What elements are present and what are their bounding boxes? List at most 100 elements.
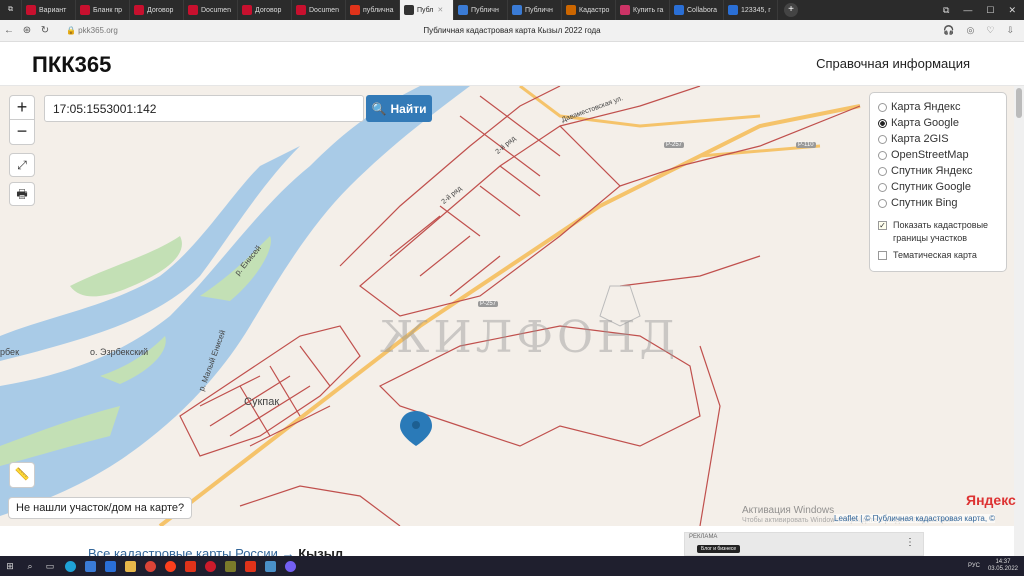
browser-tab[interactable]: Договор xyxy=(238,0,292,20)
site-logo[interactable]: ПКК365 xyxy=(32,52,111,78)
island-label: о. Эзрбекский xyxy=(90,347,149,357)
layer-label: OpenStreetMap xyxy=(891,149,969,161)
ad-banner[interactable]: РЕКЛАМА Блог и бизнесе ⋮ xyxy=(684,532,924,556)
extensions-icon[interactable]: ⧉ xyxy=(943,5,949,16)
yandex-icon[interactable] xyxy=(180,556,200,576)
map-attribution[interactable]: Leaflet | © Публичная кадастровая карта,… xyxy=(834,514,996,523)
translate-icon[interactable]: ◎ xyxy=(967,25,975,36)
browser-tab[interactable]: Бланк пр xyxy=(76,0,130,20)
minimize-button[interactable]: — xyxy=(963,5,972,16)
ad-button[interactable]: Блог и бизнесе xyxy=(697,545,741,553)
layer-radio[interactable] xyxy=(878,182,887,192)
more-icon[interactable]: ⋮ xyxy=(905,537,915,548)
browser-tab[interactable]: Documen xyxy=(292,0,346,20)
chrome-icon[interactable] xyxy=(140,556,160,576)
browser-tab[interactable]: Купить га xyxy=(616,0,670,20)
layer-option[interactable]: OpenStreetMap xyxy=(878,147,998,163)
layer-radio[interactable] xyxy=(878,118,887,128)
layer-radio[interactable] xyxy=(878,102,887,112)
opera-icon[interactable] xyxy=(200,556,220,576)
app-icon[interactable] xyxy=(220,556,240,576)
url-field[interactable]: 🔒 pkk365.org xyxy=(66,26,118,35)
browser-tab[interactable]: Публичн xyxy=(454,0,508,20)
layer-radio[interactable] xyxy=(878,134,887,144)
yandex-active-icon[interactable] xyxy=(240,556,260,576)
tab-actions-icon[interactable]: ⧉ xyxy=(0,0,22,20)
tab-label: Публ xyxy=(417,6,434,14)
layer-option[interactable]: Карта Google xyxy=(878,115,998,131)
tab-label: Публичн xyxy=(525,6,553,14)
road-label-r257: Р-257 xyxy=(664,142,685,148)
browser-tab[interactable]: Кадастро xyxy=(562,0,616,20)
thematic-checkbox[interactable] xyxy=(878,251,887,260)
edge-icon[interactable] xyxy=(60,556,80,576)
layer-radio[interactable] xyxy=(878,166,887,176)
not-found-button[interactable]: Не нашли участок/дом на карте? xyxy=(8,497,193,519)
layer-label: Спутник Яндекс xyxy=(891,165,973,177)
tab-label: Купить га xyxy=(633,6,664,14)
place-label-edge: рбек xyxy=(0,347,20,357)
show-borders-toggle[interactable]: ✓ Показать кадастровые границы участков xyxy=(878,219,998,245)
reload-icon[interactable]: ↻ xyxy=(36,25,54,36)
layer-option[interactable]: Спутник Google xyxy=(878,179,998,195)
windows-start-icon[interactable]: ⊞ xyxy=(0,556,20,576)
tab-label: Бланк пр xyxy=(93,6,123,14)
zoom-in-button[interactable]: + xyxy=(10,96,34,120)
explorer-icon[interactable] xyxy=(120,556,140,576)
yandex-browser-icon[interactable] xyxy=(160,556,180,576)
tab-label: Вариант xyxy=(39,6,67,14)
browser-tab[interactable]: Публ ✕ xyxy=(400,0,454,20)
layer-radio[interactable] xyxy=(878,198,887,208)
viber-icon[interactable] xyxy=(280,556,300,576)
windows-activation-title: Активация Windows xyxy=(742,505,835,516)
chrome-icon xyxy=(674,5,684,15)
show-borders-checkbox[interactable]: ✓ xyxy=(878,221,887,230)
search-input[interactable] xyxy=(44,95,364,122)
back-icon[interactable]: ← xyxy=(0,25,18,36)
close-window-button[interactable]: ✕ xyxy=(1008,5,1016,16)
close-tab-icon[interactable]: ✕ xyxy=(437,6,443,14)
page-title: Публичная кадастровая карта Кызыл 2022 г… xyxy=(423,26,601,35)
browser-tab[interactable]: Collabora xyxy=(670,0,724,20)
map-canvas[interactable]: ЖИЛФОНД Р-257 Р-257 Р-110 Сукпак о. Эзрб… xyxy=(0,86,1014,526)
layer-radio[interactable] xyxy=(878,150,887,160)
clock[interactable]: 14:37 03.05.2022 xyxy=(988,559,1018,573)
browser-tab[interactable]: публична xyxy=(346,0,400,20)
clock-time: 14:37 xyxy=(995,559,1011,565)
forward-icon[interactable]: ⊛ xyxy=(18,25,36,36)
browser-tab[interactable]: Вариант xyxy=(22,0,76,20)
layer-option[interactable]: Карта 2GIS xyxy=(878,131,998,147)
browser-tab[interactable]: Documen xyxy=(184,0,238,20)
store-icon[interactable] xyxy=(80,556,100,576)
layer-option[interactable]: Карта Яндекс xyxy=(878,99,998,115)
maximize-button[interactable]: ☐ xyxy=(986,5,994,16)
mail-icon[interactable] xyxy=(100,556,120,576)
browser-tab[interactable]: 123345, г xyxy=(724,0,778,20)
zoom-out-button[interactable]: − xyxy=(10,120,34,144)
page-scrollbar[interactable] xyxy=(1014,86,1024,556)
new-tab-button[interactable]: + xyxy=(784,3,798,17)
tab-label: 123345, г xyxy=(741,6,771,14)
browser-tab[interactable]: Договор xyxy=(130,0,184,20)
task-view-icon[interactable]: ▭ xyxy=(40,556,60,576)
uk-icon xyxy=(26,5,36,15)
bookmark-icon[interactable]: ♡ xyxy=(986,25,994,36)
print-button[interactable]: 🖶 xyxy=(9,182,35,206)
fullscreen-button[interactable]: ⤢ xyxy=(9,153,35,177)
thematic-label: Тематическая карта xyxy=(893,250,977,260)
browser-tab[interactable]: Публичн xyxy=(508,0,562,20)
tab-label: публична xyxy=(363,6,394,14)
search-button[interactable]: 🔍 Найти xyxy=(366,95,432,122)
layer-option[interactable]: Спутник Яндекс xyxy=(878,163,998,179)
layer-option[interactable]: Спутник Bing xyxy=(878,195,998,211)
language-indicator[interactable]: РУС xyxy=(968,563,980,569)
thematic-toggle[interactable]: Тематическая карта xyxy=(878,249,998,262)
help-link[interactable]: Справочная информация xyxy=(816,56,970,71)
home-icon[interactable] xyxy=(260,556,280,576)
search-icon[interactable]: ⌕ xyxy=(20,556,40,576)
measure-button[interactable]: 📏 xyxy=(9,462,35,488)
download-icon[interactable]: ⇩ xyxy=(1006,25,1014,36)
yandex-logo[interactable]: Яндекс xyxy=(966,492,1016,508)
headphones-icon[interactable]: 🎧 xyxy=(943,25,954,36)
printer-icon: 🖶 xyxy=(16,187,28,201)
